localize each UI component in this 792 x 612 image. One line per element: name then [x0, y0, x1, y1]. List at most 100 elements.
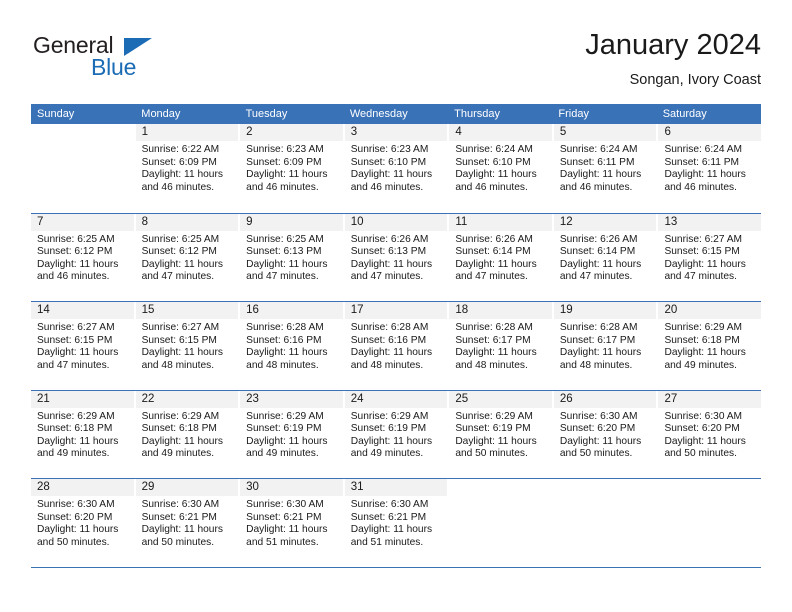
sunset-text: Sunset: 6:11 PM [664, 156, 740, 168]
weekday-header-tuesday: Tuesday [245, 108, 288, 120]
calendar-day-cell[interactable]: 7 Sunrise: 6:25 AM Sunset: 6:12 PM Daylight… [31, 213, 134, 302]
day-number: 5 [553, 124, 657, 141]
day-number: 12 [553, 213, 657, 231]
calendar-day-cell[interactable]: 23 Sunrise: 6:29 AM Sunset: 6:19 PM Dayligh… [240, 390, 343, 479]
calendar-day-cell[interactable]: 9 Sunrise: 6:25 AM Sunset: 6:13 PM Daylight… [240, 213, 343, 302]
calendar-day-cell[interactable]: 10 Sunrise: 6:26 AM Sunset: 6:13 PM Dayligh… [344, 213, 448, 302]
calendar-day-cell[interactable]: 14 Sunrise: 6:27 AM Sunset: 6:15 PM Dayligh… [31, 302, 134, 390]
logo-word-blue: Blue [91, 54, 137, 80]
sunset-text: Sunset: 6:18 PM [141, 423, 217, 435]
sunrise-text: Sunrise: 6:28 AM [559, 322, 638, 333]
sunset-text: Sunset: 6:19 PM [455, 423, 531, 435]
calendar-day-cell[interactable]: 3 Sunrise: 6:23 AM Sunset: 6:10 PM Daylight… [344, 124, 448, 213]
daylight-text-line1: Daylight: 11 hours [559, 169, 642, 181]
calendar-day-cell[interactable]: 18 Sunrise: 6:28 AM Sunset: 6:17 PM Dayligh… [449, 302, 552, 390]
daylight-text-line2: and 47 minutes. [350, 271, 424, 283]
calendar-day-cell[interactable]: 27 Sunrise: 6:30 AM Sunset: 6:20 PM Dayligh… [658, 390, 762, 479]
day-number: 10 [344, 213, 448, 231]
daylight-text-line1: Daylight: 11 hours [455, 347, 537, 359]
calendar-day-cell[interactable]: 2 Sunrise: 6:23 AM Sunset: 6:09 PM Daylight… [240, 124, 343, 213]
day-number: 2 [240, 124, 343, 141]
day-number: 28 [31, 479, 134, 496]
day-number: 16 [240, 302, 343, 319]
day-details: Sunrise: 6:26 AM Sunset: 6:13 PM Daylight:… [345, 231, 448, 284]
sunrise-text: Sunrise: 6:29 AM [141, 410, 220, 422]
calendar-day-cell[interactable]: 13 Sunrise: 6:27 AM Sunset: 6:15 PM Dayligh… [658, 213, 762, 302]
daylight-text-line1: Daylight: 11 hours [664, 258, 746, 270]
masthead: General Blue January 2024 Songan, Ivory … [31, 28, 761, 96]
weekday-header-saturday: Saturday [662, 108, 707, 120]
daylight-text-line2: and 48 minutes. [141, 359, 215, 371]
day-number: 30 [240, 479, 343, 496]
day-number: 20 [658, 302, 762, 319]
calendar-day-cell[interactable]: 15 Sunrise: 6:27 AM Sunset: 6:15 PM Dayligh… [135, 302, 239, 390]
daylight-text-line2: and 50 minutes. [664, 448, 737, 460]
calendar-day-cell[interactable]: 8 Sunrise: 6:25 AM Sunset: 6:12 PM Daylight… [135, 213, 239, 302]
sunset-text: Sunset: 6:14 PM [559, 246, 636, 258]
day-details: Sunrise: 6:25 AM Sunset: 6:12 PM Daylight:… [136, 231, 239, 284]
generalblue-logo[interactable]: General Blue [31, 32, 231, 88]
daylight-text-line2: and 47 minutes. [246, 271, 319, 283]
sunrise-text: Sunrise: 6:29 AM [664, 322, 743, 333]
day-number: 21 [31, 390, 134, 408]
sunrise-text: Sunrise: 6:27 AM [141, 322, 220, 333]
day-number: 31 [344, 479, 448, 496]
calendar-day-cell[interactable]: 31 Sunrise: 6:30 AM Sunset: 6:21 PM Dayligh… [344, 479, 448, 567]
sunrise-text: Sunrise: 6:29 AM [246, 410, 324, 422]
calendar-day-cell[interactable]: 16 Sunrise: 6:28 AM Sunset: 6:16 PM Dayligh… [240, 302, 343, 390]
daylight-text-line2: and 50 minutes. [37, 536, 110, 548]
calendar-day-cell[interactable]: 1 Sunrise: 6:22 AM Sunset: 6:09 PM Daylight… [135, 124, 239, 213]
daylight-text-line2: and 49 minutes. [246, 448, 319, 460]
weekday-header-row: Sunday Monday Tuesday Wednesday Thursday… [31, 104, 761, 124]
daylight-text-line1: Daylight: 11 hours [664, 169, 746, 181]
day-details: Sunrise: 6:28 AM Sunset: 6:17 PM Daylight:… [554, 319, 657, 372]
daylight-text-line1: Daylight: 11 hours [664, 435, 746, 447]
day-number: 26 [553, 390, 657, 408]
sunrise-text: Sunrise: 6:27 AM [664, 233, 743, 245]
sunset-text: Sunset: 6:14 PM [455, 246, 531, 258]
calendar-day-cell[interactable]: 29 Sunrise: 6:30 AM Sunset: 6:21 PM Dayligh… [135, 479, 239, 567]
sunrise-text: Sunrise: 6:24 AM [455, 144, 533, 155]
calendar-day-cell[interactable]: 20 Sunrise: 6:29 AM Sunset: 6:18 PM Dayligh… [658, 302, 762, 390]
calendar-weeks: 1 Sunrise: 6:22 AM Sunset: 6:09 PM Daylight… [31, 124, 762, 567]
daylight-text-line2: and 51 minutes. [350, 536, 424, 548]
day-details: Sunrise: 6:30 AM Sunset: 6:20 PM Daylight:… [554, 408, 657, 461]
calendar-day-cell[interactable]: 28 Sunrise: 6:30 AM Sunset: 6:20 PM Dayligh… [31, 479, 134, 567]
calendar-day-cell[interactable]: 24 Sunrise: 6:29 AM Sunset: 6:19 PM Dayligh… [344, 390, 448, 479]
calendar-day-cell[interactable]: 26 Sunrise: 6:30 AM Sunset: 6:20 PM Dayligh… [553, 390, 657, 479]
day-number: 24 [344, 390, 448, 408]
weekday-header-wednesday: Wednesday [349, 108, 408, 120]
calendar-day-cell[interactable]: 4 Sunrise: 6:24 AM Sunset: 6:10 PM Daylight… [449, 124, 552, 213]
calendar-day-cell[interactable]: 17 Sunrise: 6:28 AM Sunset: 6:16 PM Dayligh… [344, 302, 448, 390]
calendar-day-cell[interactable]: 12 Sunrise: 6:26 AM Sunset: 6:14 PM Dayligh… [553, 213, 657, 302]
day-details: Sunrise: 6:27 AM Sunset: 6:15 PM Daylight:… [658, 231, 761, 284]
calendar-day-cell[interactable]: 5 Sunrise: 6:24 AM Sunset: 6:11 PM Daylight… [553, 124, 657, 213]
calendar-week-row: 21 Sunrise: 6:29 AM Sunset: 6:18 PM Dayligh… [31, 389, 762, 479]
day-details: Sunrise: 6:25 AM Sunset: 6:12 PM Daylight:… [31, 231, 134, 284]
calendar-day-cell[interactable]: 19 Sunrise: 6:28 AM Sunset: 6:17 PM Dayligh… [553, 302, 657, 390]
calendar-day-cell[interactable]: 30 Sunrise: 6:30 AM Sunset: 6:21 PM Dayligh… [240, 479, 343, 567]
daylight-text-line2: and 49 minutes. [37, 448, 110, 460]
daylight-text-line2: and 50 minutes. [559, 448, 633, 460]
calendar-day-cell[interactable]: 11 Sunrise: 6:26 AM Sunset: 6:14 PM Dayligh… [449, 213, 552, 302]
day-number: 22 [135, 390, 239, 408]
day-number: 27 [658, 390, 762, 408]
weekday-header-monday: Monday [141, 108, 181, 120]
sunrise-text: Sunrise: 6:27 AM [37, 322, 115, 333]
day-details: Sunrise: 6:29 AM Sunset: 6:18 PM Daylight:… [658, 319, 761, 372]
daylight-text-line2: and 46 minutes. [350, 181, 424, 193]
calendar-day-cell[interactable]: 25 Sunrise: 6:29 AM Sunset: 6:19 PM Dayligh… [449, 390, 552, 479]
page-subtitle: Songan, Ivory Coast [629, 72, 761, 88]
sunset-text: Sunset: 6:20 PM [664, 423, 740, 435]
sunset-text: Sunset: 6:09 PM [246, 156, 322, 168]
day-number: 4 [449, 124, 552, 141]
sunset-text: Sunset: 6:11 PM [559, 156, 635, 168]
daylight-text-line2: and 47 minutes. [559, 271, 633, 283]
calendar-day-cell[interactable]: 6 Sunrise: 6:24 AM Sunset: 6:11 PM Daylight… [658, 124, 762, 213]
sunrise-text: Sunrise: 6:29 AM [37, 410, 115, 422]
calendar-day-cell[interactable]: 22 Sunrise: 6:29 AM Sunset: 6:18 PM Dayligh… [135, 390, 239, 479]
calendar-day-cell[interactable]: 21 Sunrise: 6:29 AM Sunset: 6:18 PM Dayligh… [31, 390, 134, 479]
daylight-text-line2: and 51 minutes. [246, 536, 319, 548]
daylight-text-line2: and 47 minutes. [37, 359, 110, 371]
sunset-text: Sunset: 6:20 PM [559, 423, 636, 435]
